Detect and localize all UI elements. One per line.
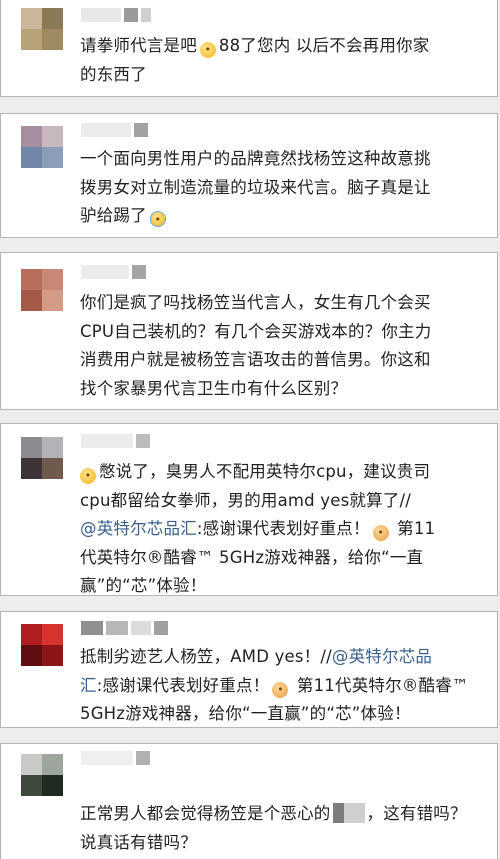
redaction-block: [332, 803, 365, 823]
comment-text: 你们是疯了吗找杨笠当代言人，女生有几个会买 CPU自己装机的？有几个会买游戏本的…: [80, 293, 432, 398]
crying-laugh-icon: •: [149, 211, 166, 227]
comment-text: 请拳师代言是吧 • 88了您内 以后不会再用你家 的东西了: [80, 36, 430, 84]
comment-card: 请拳师代言是吧 • 88了您内 以后不会再用你家 的东西了: [0, 0, 498, 97]
avatar[interactable]: [21, 624, 63, 666]
sad-face-icon: •: [199, 42, 216, 58]
mention-link[interactable]: @英特尔芯品汇: [80, 519, 197, 538]
avatar[interactable]: [21, 437, 63, 479]
comment-text: • 憋说了，臭男人不配用英特尔cpu，建议贵司 cpu都留给女拳师，男的用amd …: [80, 462, 436, 595]
username-redacted[interactable]: [81, 621, 168, 635]
username-redacted[interactable]: [81, 434, 150, 448]
comment-card: • 憋说了，臭男人不配用英特尔cpu，建议贵司 cpu都留给女拳师，男的用amd …: [0, 423, 498, 596]
avatar[interactable]: [21, 8, 63, 50]
avatar[interactable]: [21, 126, 63, 168]
comment-card: 抵制劣迹艺人杨笠，AMD yes！//@英特尔芯品 汇:感谢课代表划好重点！ • …: [0, 611, 498, 728]
avatar[interactable]: [21, 754, 63, 796]
flexed-biceps-icon: •: [372, 525, 389, 541]
username-redacted[interactable]: [81, 123, 148, 137]
flexed-biceps-icon: •: [272, 681, 289, 698]
comment-text: 一个面向男性用户的品牌竟然找杨笠这种故意挑 拨男女对立制造流量的垃圾来代言。脑子…: [80, 149, 431, 227]
username-redacted[interactable]: [81, 751, 150, 765]
username-redacted[interactable]: [81, 8, 151, 22]
comment-card: 一个面向男性用户的品牌竟然找杨笠这种故意挑 拨男女对立制造流量的垃圾来代言。脑子…: [0, 113, 498, 238]
mention-link[interactable]: @英特尔芯品: [332, 647, 432, 666]
comment-card: 你们是疯了吗找杨笠当代言人，女生有几个会买 CPU自己装机的？有几个会买游戏本的…: [0, 252, 498, 410]
mention-link[interactable]: 汇: [80, 676, 97, 695]
comment-text: 正常男人都会觉得杨笠是个恶心的 ，这有错吗？ 说真话有错吗？: [80, 803, 467, 852]
comment-card: 正常男人都会觉得杨笠是个恶心的 ，这有错吗？ 说真话有错吗？: [0, 743, 498, 859]
username-redacted[interactable]: [81, 265, 146, 279]
avatar[interactable]: [21, 269, 63, 311]
comment-feed: 请拳师代言是吧 • 88了您内 以后不会再用你家 的东西了 一个面向男性用户的品牌竟…: [0, 0, 500, 859]
sad-face-icon: •: [80, 468, 96, 484]
comment-text: 抵制劣迹艺人杨笠，AMD yes！//@英特尔芯品 汇:感谢课代表划好重点！ • …: [80, 647, 469, 723]
